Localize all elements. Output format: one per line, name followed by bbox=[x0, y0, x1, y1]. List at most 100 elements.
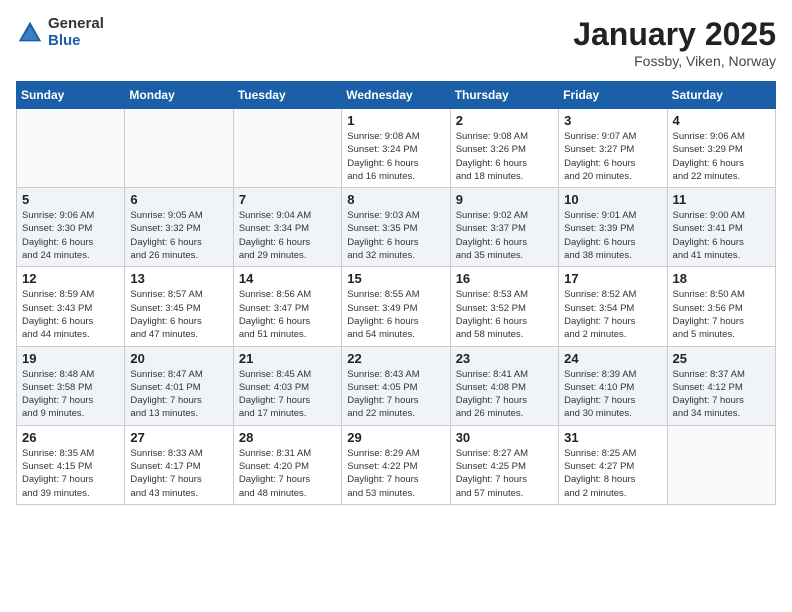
day-number: 28 bbox=[239, 430, 336, 445]
calendar-cell bbox=[233, 109, 341, 188]
day-info: Sunrise: 8:35 AMSunset: 4:15 PMDaylight:… bbox=[22, 447, 119, 500]
calendar-cell: 7Sunrise: 9:04 AMSunset: 3:34 PMDaylight… bbox=[233, 188, 341, 267]
calendar-cell bbox=[17, 109, 125, 188]
day-number: 31 bbox=[564, 430, 661, 445]
title-block: January 2025 Fossby, Viken, Norway bbox=[573, 16, 776, 69]
day-number: 23 bbox=[456, 351, 553, 366]
day-number: 13 bbox=[130, 271, 227, 286]
day-number: 29 bbox=[347, 430, 444, 445]
calendar-cell: 24 Sunrise: 8:39 AMSunset: 4:10 PMDayligh… bbox=[559, 346, 667, 425]
day-number: 25 bbox=[673, 351, 770, 366]
logo-blue-text: Blue bbox=[48, 33, 104, 50]
day-info: Sunrise: 8:47 AMSunset: 4:01 PMDaylight:… bbox=[130, 368, 227, 421]
day-info: Sunrise: 8:53 AMSunset: 3:52 PMDaylight:… bbox=[456, 288, 553, 341]
weekday-header-wednesday: Wednesday bbox=[342, 82, 450, 109]
calendar-week-row: 1 Sunrise: 9:08 AMSunset: 3:24 PMDaylight… bbox=[17, 109, 776, 188]
calendar-cell: 22 Sunrise: 8:43 AMSunset: 4:05 PMDayligh… bbox=[342, 346, 450, 425]
weekday-header-tuesday: Tuesday bbox=[233, 82, 341, 109]
weekday-header-saturday: Saturday bbox=[667, 82, 775, 109]
day-number: 3 bbox=[564, 113, 661, 128]
day-info: Sunrise: 8:29 AMSunset: 4:22 PMDaylight:… bbox=[347, 447, 444, 500]
calendar-cell bbox=[667, 425, 775, 504]
calendar-cell: 29 Sunrise: 8:29 AMSunset: 4:22 PMDayligh… bbox=[342, 425, 450, 504]
day-info: Sunrise: 9:08 AMSunset: 3:24 PMDaylight:… bbox=[347, 130, 444, 183]
calendar-cell: 15 Sunrise: 8:55 AMSunset: 3:49 PMDayligh… bbox=[342, 267, 450, 346]
calendar-cell: 30 Sunrise: 8:27 AMSunset: 4:25 PMDayligh… bbox=[450, 425, 558, 504]
day-info: Sunrise: 8:27 AMSunset: 4:25 PMDaylight:… bbox=[456, 447, 553, 500]
day-info: Sunrise: 8:41 AMSunset: 4:08 PMDaylight:… bbox=[456, 368, 553, 421]
day-info: Sunrise: 9:05 AMSunset: 3:32 PMDaylight:… bbox=[130, 209, 227, 262]
calendar-cell bbox=[125, 109, 233, 188]
calendar-cell: 5 Sunrise: 9:06 AMSunset: 3:30 PMDaylight… bbox=[17, 188, 125, 267]
calendar-cell: 16Sunrise: 8:53 AMSunset: 3:52 PMDayligh… bbox=[450, 267, 558, 346]
day-info: Sunrise: 8:25 AMSunset: 4:27 PMDaylight:… bbox=[564, 447, 661, 500]
calendar-cell: 20 Sunrise: 8:47 AMSunset: 4:01 PMDayligh… bbox=[125, 346, 233, 425]
day-info: Sunrise: 9:07 AMSunset: 3:27 PMDaylight:… bbox=[564, 130, 661, 183]
day-info: Sunrise: 9:01 AMSunset: 3:39 PMDaylight:… bbox=[564, 209, 661, 262]
day-info: Sunrise: 9:03 AMSunset: 3:35 PMDaylight:… bbox=[347, 209, 444, 262]
weekday-header-thursday: Thursday bbox=[450, 82, 558, 109]
logo-text: General Blue bbox=[48, 16, 104, 49]
weekday-header-sunday: Sunday bbox=[17, 82, 125, 109]
month-title: January 2025 bbox=[573, 16, 776, 53]
calendar-cell: 28 Sunrise: 8:31 AMSunset: 4:20 PMDayligh… bbox=[233, 425, 341, 504]
day-number: 5 bbox=[22, 192, 119, 207]
day-number: 30 bbox=[456, 430, 553, 445]
day-info: Sunrise: 8:50 AMSunset: 3:56 PMDaylight:… bbox=[673, 288, 770, 341]
calendar-cell: 1 Sunrise: 9:08 AMSunset: 3:24 PMDaylight… bbox=[342, 109, 450, 188]
day-info: Sunrise: 8:48 AMSunset: 3:58 PMDaylight:… bbox=[22, 368, 119, 421]
day-number: 17 bbox=[564, 271, 661, 286]
logo-general-text: General bbox=[48, 16, 104, 33]
day-info: Sunrise: 8:56 AMSunset: 3:47 PMDaylight:… bbox=[239, 288, 336, 341]
calendar-week-row: 12 Sunrise: 8:59 AMSunset: 3:43 PMDayligh… bbox=[17, 267, 776, 346]
calendar-cell: 11 Sunrise: 9:00 AMSunset: 3:41 PMDayligh… bbox=[667, 188, 775, 267]
day-info: Sunrise: 8:55 AMSunset: 3:49 PMDaylight:… bbox=[347, 288, 444, 341]
calendar-cell: 18Sunrise: 8:50 AMSunset: 3:56 PMDayligh… bbox=[667, 267, 775, 346]
day-info: Sunrise: 8:39 AMSunset: 4:10 PMDaylight:… bbox=[564, 368, 661, 421]
weekday-header-friday: Friday bbox=[559, 82, 667, 109]
day-info: Sunrise: 8:57 AMSunset: 3:45 PMDaylight:… bbox=[130, 288, 227, 341]
day-number: 22 bbox=[347, 351, 444, 366]
day-number: 20 bbox=[130, 351, 227, 366]
weekday-header-row: SundayMondayTuesdayWednesdayThursdayFrid… bbox=[17, 82, 776, 109]
calendar-cell: 9 Sunrise: 9:02 AMSunset: 3:37 PMDaylight… bbox=[450, 188, 558, 267]
day-number: 12 bbox=[22, 271, 119, 286]
calendar-cell: 21 Sunrise: 8:45 AMSunset: 4:03 PMDayligh… bbox=[233, 346, 341, 425]
day-info: Sunrise: 8:59 AMSunset: 3:43 PMDaylight:… bbox=[22, 288, 119, 341]
day-info: Sunrise: 9:02 AMSunset: 3:37 PMDaylight:… bbox=[456, 209, 553, 262]
calendar-cell: 4Sunrise: 9:06 AMSunset: 3:29 PMDaylight… bbox=[667, 109, 775, 188]
calendar-cell: 17Sunrise: 8:52 AMSunset: 3:54 PMDayligh… bbox=[559, 267, 667, 346]
logo-icon bbox=[16, 19, 44, 47]
calendar-cell: 8 Sunrise: 9:03 AMSunset: 3:35 PMDaylight… bbox=[342, 188, 450, 267]
day-number: 1 bbox=[347, 113, 444, 128]
calendar-cell: 12 Sunrise: 8:59 AMSunset: 3:43 PMDayligh… bbox=[17, 267, 125, 346]
calendar-cell: 14Sunrise: 8:56 AMSunset: 3:47 PMDayligh… bbox=[233, 267, 341, 346]
calendar-cell: 31 Sunrise: 8:25 AMSunset: 4:27 PMDayligh… bbox=[559, 425, 667, 504]
day-number: 21 bbox=[239, 351, 336, 366]
calendar-week-row: 5 Sunrise: 9:06 AMSunset: 3:30 PMDaylight… bbox=[17, 188, 776, 267]
day-number: 9 bbox=[456, 192, 553, 207]
day-number: 19 bbox=[22, 351, 119, 366]
day-number: 15 bbox=[347, 271, 444, 286]
day-info: Sunrise: 8:43 AMSunset: 4:05 PMDaylight:… bbox=[347, 368, 444, 421]
day-number: 24 bbox=[564, 351, 661, 366]
day-number: 2 bbox=[456, 113, 553, 128]
day-info: Sunrise: 9:00 AMSunset: 3:41 PMDaylight:… bbox=[673, 209, 770, 262]
day-number: 26 bbox=[22, 430, 119, 445]
calendar-cell: 19 Sunrise: 8:48 AMSunset: 3:58 PMDayligh… bbox=[17, 346, 125, 425]
day-number: 8 bbox=[347, 192, 444, 207]
calendar-table: SundayMondayTuesdayWednesdayThursdayFrid… bbox=[16, 81, 776, 505]
calendar-week-row: 26 Sunrise: 8:35 AMSunset: 4:15 PMDayligh… bbox=[17, 425, 776, 504]
calendar-cell: 26 Sunrise: 8:35 AMSunset: 4:15 PMDayligh… bbox=[17, 425, 125, 504]
day-info: Sunrise: 9:06 AMSunset: 3:30 PMDaylight:… bbox=[22, 209, 119, 262]
day-number: 10 bbox=[564, 192, 661, 207]
calendar-cell: 2Sunrise: 9:08 AMSunset: 3:26 PMDaylight… bbox=[450, 109, 558, 188]
day-info: Sunrise: 8:37 AMSunset: 4:12 PMDaylight:… bbox=[673, 368, 770, 421]
day-info: Sunrise: 9:06 AMSunset: 3:29 PMDaylight:… bbox=[673, 130, 770, 183]
day-info: Sunrise: 8:45 AMSunset: 4:03 PMDaylight:… bbox=[239, 368, 336, 421]
page-header: General Blue January 2025 Fossby, Viken,… bbox=[16, 16, 776, 69]
day-info: Sunrise: 8:31 AMSunset: 4:20 PMDaylight:… bbox=[239, 447, 336, 500]
day-number: 11 bbox=[673, 192, 770, 207]
day-number: 7 bbox=[239, 192, 336, 207]
weekday-header-monday: Monday bbox=[125, 82, 233, 109]
